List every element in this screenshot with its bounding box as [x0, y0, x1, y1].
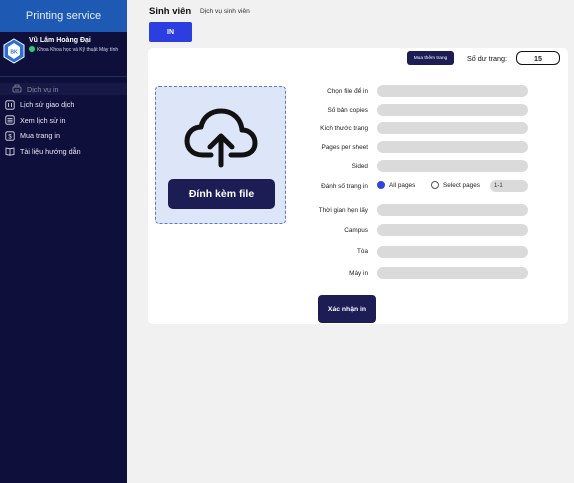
transaction-history-icon [5, 100, 15, 110]
sidebar: Printing service BK Vũ Lâm Hoàng Đại Kho… [0, 0, 127, 483]
field-label-campus: Campus [344, 227, 368, 234]
field-label-printer: Máy in [349, 270, 368, 277]
pages-per-sheet-field[interactable] [377, 141, 528, 153]
sidebar-item-label: Dịch vụ in [27, 84, 59, 94]
page-balance-label: Số dư trang: [467, 54, 507, 63]
sidebar-item-buy-pages[interactable]: $ Mua trang in [0, 128, 127, 144]
all-pages-label: All pages [389, 181, 416, 189]
pickup-time-field[interactable] [377, 204, 528, 216]
tab-print[interactable]: IN [149, 22, 192, 42]
cloud-upload-icon [183, 107, 259, 169]
all-pages-radio[interactable] [377, 181, 385, 189]
printer-icon [12, 84, 22, 94]
sidebar-divider [0, 76, 127, 77]
field-label-pickup-time: Thời gian hẹn lấy [318, 207, 368, 214]
field-label-file: Chọn file để in [327, 88, 368, 95]
sidebar-nav: Dịch vụ in Lịch sử giao dịch Xem lịch sử… [0, 83, 127, 159]
buy-more-pages-button[interactable]: Mua thêm trang [407, 51, 454, 65]
sidebar-item-print-history[interactable]: Xem lịch sử in [0, 113, 127, 129]
sidebar-item-transaction-history[interactable]: Lịch sử giao dịch [0, 97, 127, 113]
guide-book-icon [5, 146, 15, 156]
campus-field[interactable] [377, 224, 528, 236]
buy-pages-icon: $ [5, 131, 15, 141]
page-size-field[interactable] [377, 122, 528, 134]
sidebar-item-guide[interactable]: Tài liệu hướng dẫn [0, 144, 127, 160]
field-label-copies: Số bản copies [327, 107, 368, 114]
svg-text:$: $ [8, 134, 12, 140]
page-balance-value: 15 [516, 51, 560, 65]
select-pages-label: Select pages [443, 181, 480, 189]
breadcrumb[interactable]: Dịch vụ sinh viên [200, 8, 250, 15]
page-range-input[interactable]: 1-1 [490, 180, 528, 192]
field-label-page-size: Kích thước trang [320, 125, 368, 132]
copies-field[interactable] [377, 104, 528, 116]
svg-text:BK: BK [10, 50, 18, 56]
online-status-icon [29, 46, 35, 52]
sidebar-item-label: Mua trang in [20, 131, 60, 141]
user-name: Vũ Lâm Hoàng Đại [29, 37, 91, 44]
field-label-building: Tòa [356, 248, 368, 255]
user-department: Khoa Khoa học và Kỹ thuật Máy tính [29, 46, 127, 54]
building-field[interactable] [377, 246, 528, 258]
attach-file-button[interactable]: Đính kèm file [168, 179, 275, 209]
all-pages-option[interactable]: All pages [377, 181, 415, 189]
select-pages-option[interactable]: Select pages [431, 181, 480, 189]
department-text: Khoa Khoa học và Kỹ thuật Máy tính [37, 47, 119, 53]
field-label-page-numbering: Đánh số trang in [321, 183, 368, 190]
app-brand: Printing service [0, 0, 127, 32]
user-profile: BK Vũ Lâm Hoàng Đại Khoa Khoa học và Kỹ … [0, 32, 127, 76]
sidebar-item-label: Xem lịch sử in [20, 115, 66, 125]
file-drop-zone[interactable]: Đính kèm file [155, 86, 286, 224]
select-pages-radio[interactable] [431, 181, 439, 189]
confirm-print-button[interactable]: Xác nhận in [318, 295, 376, 323]
printer-field[interactable] [377, 267, 528, 279]
sidebar-item-label: Tài liệu hướng dẫn [20, 146, 81, 156]
sidebar-item-print-service[interactable]: Dịch vụ in [0, 83, 127, 95]
university-logo-icon: BK [3, 38, 25, 64]
field-label-pages-per-sheet: Pages per sheet [321, 144, 368, 151]
sidebar-item-label: Lịch sử giao dịch [20, 100, 75, 110]
print-history-icon [5, 115, 15, 125]
field-label-sided: Sided [351, 163, 368, 170]
page-title: Sinh viên [149, 6, 192, 17]
file-select-field[interactable] [377, 85, 528, 97]
sided-field[interactable] [377, 160, 528, 172]
